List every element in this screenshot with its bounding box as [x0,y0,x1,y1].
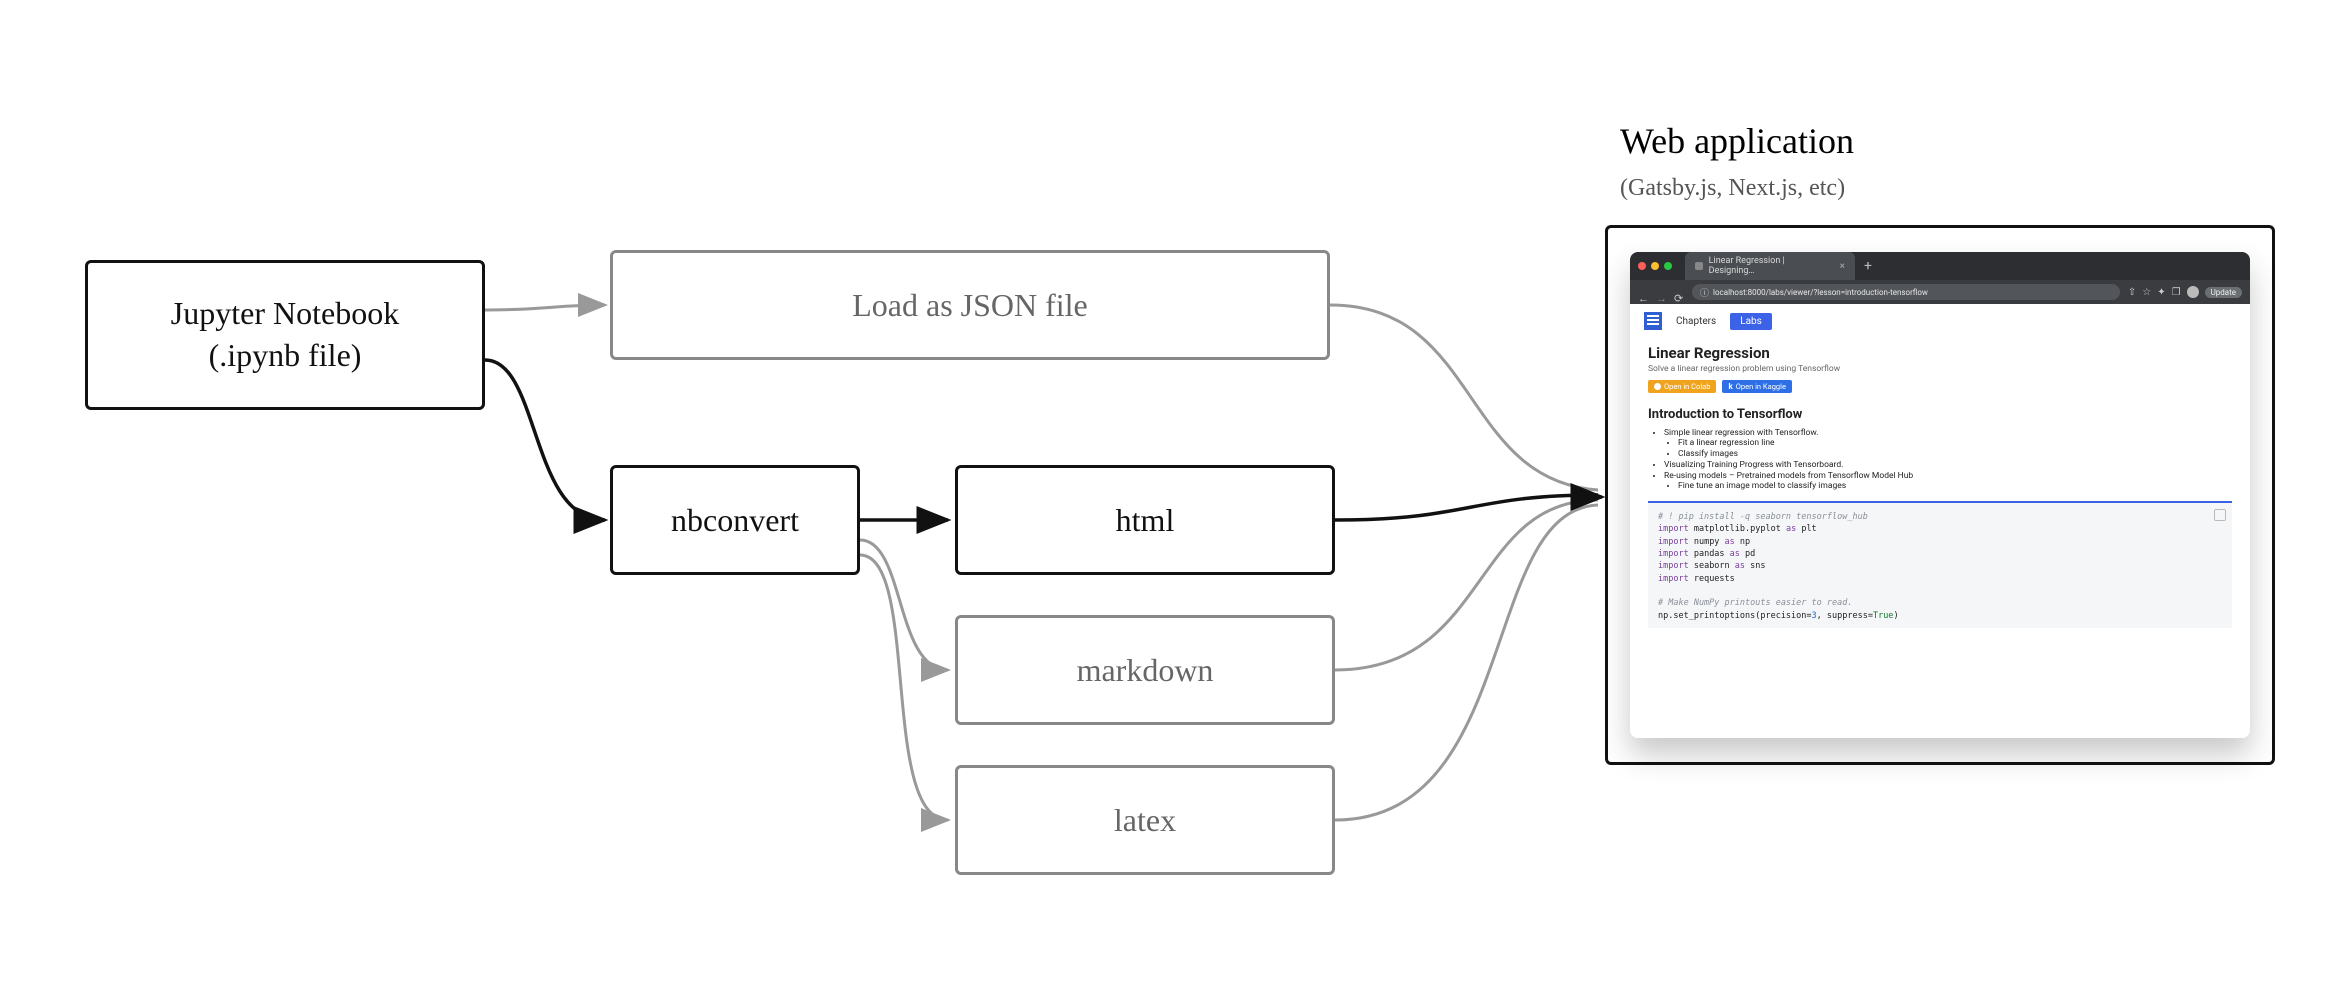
browser-window: Linear Regression | Designing… × + local… [1630,252,2250,738]
outline-text: Classify images [1678,449,1738,459]
tab-title: Linear Regression | Designing… [1709,256,1828,276]
browser-addressbar: localhost:8000/labs/viewer/?lesson=intro… [1630,280,2250,304]
badge-colab-label: Open in Colab [1664,382,1710,391]
tab-favicon-icon [1695,262,1703,270]
list-item: Simple linear regression with Tensorflow… [1664,428,2232,459]
code-block: # ! pip install -q seaborn tensorflow_hu… [1648,501,2232,628]
code-kw: as [1725,537,1735,547]
url-text: localhost:8000/labs/viewer/?lesson=intro… [1713,288,1928,297]
code-text: ) [1893,611,1898,621]
code-text: np [1735,537,1750,547]
outline-text: Simple linear regression with Tensorflow… [1664,428,1818,438]
node-load-json-label: Load as JSON file [852,287,1088,324]
back-icon[interactable] [1638,287,1648,297]
window-maximize-icon[interactable] [1664,262,1672,270]
code-kw: import [1658,574,1689,584]
code-text: pandas [1689,549,1730,559]
node-markdown-label: markdown [1077,652,1214,689]
nav-labs[interactable]: Labs [1730,313,1772,330]
site-nav: Chapters Labs [1630,304,2250,338]
node-html-label: html [1116,502,1175,539]
list-item: Visualizing Training Progress with Tenso… [1664,460,2232,470]
node-latex-label: latex [1114,802,1176,839]
open-in-colab-button[interactable]: Open in Colab [1648,380,1716,393]
node-latex: latex [955,765,1335,875]
code-kw: import [1658,561,1689,571]
code-bool: True [1873,611,1893,621]
outline-text: Visualizing Training Progress with Tenso… [1664,460,1843,470]
nav-chapters[interactable]: Chapters [1676,316,1716,327]
node-jupyter-notebook: Jupyter Notebook (.ipynb file) [85,260,485,410]
code-text: numpy [1689,537,1725,547]
outline-text: Re-using models – Pretrained models from… [1664,471,1913,481]
outline-list: Simple linear regression with Tensorflow… [1664,428,2232,491]
code-text: seaborn [1689,561,1735,571]
code-text: requests [1689,574,1735,584]
page-content: Chapters Labs Linear Regression Solve a … [1630,304,2250,738]
code-kw: as [1730,549,1740,559]
node-nbconvert-label: nbconvert [671,502,799,539]
webapp-subtitle: (Gatsby.js, Next.js, etc) [1620,175,1845,202]
badge-kaggle-label: Open in Kaggle [1736,382,1786,391]
site-logo-icon[interactable] [1644,312,1662,330]
window-close-icon[interactable] [1638,262,1646,270]
node-jupyter-line1: Jupyter Notebook [171,293,399,335]
webapp-title: Web application [1620,120,1854,162]
code-kw: import [1658,549,1689,559]
node-html: html [955,465,1335,575]
page-subtitle: Solve a linear regression problem using … [1648,364,2232,374]
code-line: # ! pip install -q seaborn tensorflow_hu… [1658,512,1868,522]
code-text: , suppress= [1817,611,1873,621]
new-tab-button[interactable]: + [1864,258,1872,274]
node-markdown: markdown [955,615,1335,725]
extensions-icon[interactable]: ✦ [2157,287,2165,298]
copy-icon[interactable] [2214,509,2226,521]
reload-icon[interactable] [1674,287,1684,297]
node-nbconvert: nbconvert [610,465,860,575]
star-icon[interactable]: ☆ [2142,287,2151,298]
code-text: plt [1796,524,1816,534]
list-item: Fine tune an image model to classify ima… [1678,481,2232,491]
puzzle-icon[interactable]: ❐ [2172,287,2181,298]
forward-icon[interactable] [1656,287,1666,297]
page-title: Linear Regression [1648,344,2232,362]
colab-icon [1654,383,1661,390]
site-info-icon[interactable] [1700,286,1709,299]
code-text: sns [1745,561,1765,571]
url-field[interactable]: localhost:8000/labs/viewer/?lesson=intro… [1692,284,2120,300]
open-in-kaggle-button[interactable]: k Open in Kaggle [1722,380,1791,393]
browser-tabbar: Linear Regression | Designing… × + [1630,252,2250,280]
code-kw: import [1658,537,1689,547]
profile-icon[interactable] [2187,286,2199,298]
toolbar-right: ⇧ ☆ ✦ ❐ Update [2128,286,2242,298]
node-jupyter-line2: (.ipynb file) [171,335,399,377]
code-text: np.set_printoptions(precision= [1658,611,1812,621]
node-load-json: Load as JSON file [610,250,1330,360]
code-kw: import [1658,524,1689,534]
window-minimize-icon[interactable] [1651,262,1659,270]
list-item: Re-using models – Pretrained models from… [1664,471,2232,491]
code-kw: as [1735,561,1745,571]
kaggle-icon: k [1728,382,1732,391]
list-item: Fit a linear regression line [1678,438,2232,448]
list-item: Classify images [1678,449,2232,459]
code-text: pd [1740,549,1755,559]
outline-text: Fit a linear regression line [1678,438,1775,448]
close-icon[interactable]: × [1840,261,1845,272]
browser-tab[interactable]: Linear Regression | Designing… × [1685,252,1855,280]
update-button[interactable]: Update [2205,287,2242,298]
code-line: # Make NumPy printouts easier to read. [1658,598,1852,608]
webapp-frame: Linear Regression | Designing… × + local… [1605,225,2275,765]
code-kw: as [1786,524,1796,534]
section-heading: Introduction to Tensorflow [1648,407,2232,422]
outline-text: Fine tune an image model to classify ima… [1678,481,1846,491]
share-icon[interactable]: ⇧ [2128,287,2136,298]
code-text: matplotlib.pyplot [1689,524,1786,534]
